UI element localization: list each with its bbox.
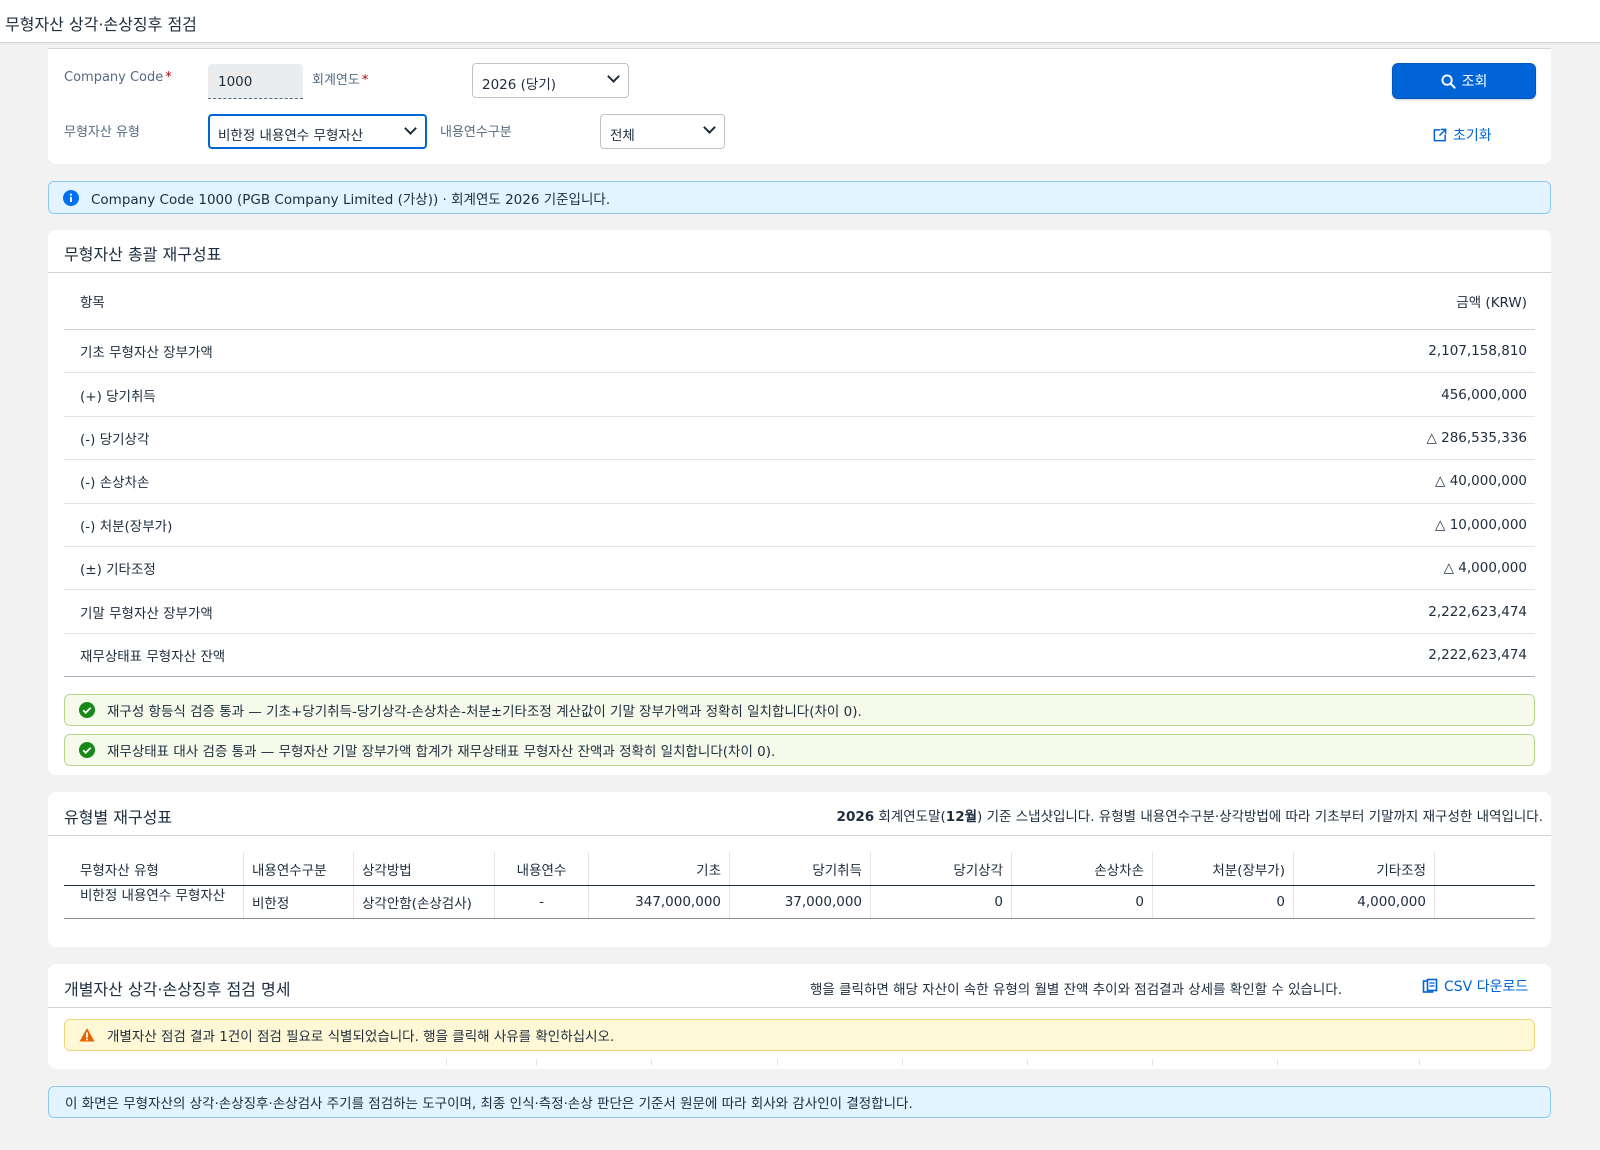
table-row[interactable]: 비한정 내용연수 무형자산 비한정 상각안함(손상검사) -347,000,000 37… bbox=[64, 886, 1535, 919]
check-circle-icon bbox=[79, 702, 95, 718]
table-row: (-) 당기상각 △ 286,535,336 bbox=[64, 417, 1535, 461]
table-row: (-) 손상차손 △ 40,000,000 bbox=[64, 460, 1535, 504]
column-header: 당기취득 bbox=[730, 852, 871, 885]
row-amount: 2,107,158,810 bbox=[1428, 343, 1527, 360]
success-message-reconciliation: 재구성 항등식 검증 통과 — 기초+당기취득-당기상각-손상차손-처분±기타조… bbox=[64, 694, 1535, 726]
divider bbox=[48, 1007, 1551, 1008]
row-amount: △ 40,000,000 bbox=[1435, 473, 1527, 490]
snapshot-note: 2026 회계연도말(12월) 기준 스냅샷입니다. 유형별 내용연수구분·상각… bbox=[836, 809, 1543, 825]
column-header: 기타조정 bbox=[1294, 852, 1435, 885]
divider bbox=[48, 835, 1551, 836]
row-item: 재무상태표 무형자산 잔액 bbox=[80, 648, 226, 665]
check-circle-icon bbox=[79, 742, 95, 758]
type-table-title: 유형별 재구성표 bbox=[64, 808, 173, 827]
column-header: 내용연수구분 bbox=[244, 852, 354, 885]
asset-type-select[interactable]: 비한정 내용연수 무형자산 bbox=[208, 114, 427, 149]
info-message-text: Company Code 1000 (PGB Company Limited (… bbox=[91, 191, 611, 208]
table-cell: 비한정 내용연수 무형자산 bbox=[64, 886, 244, 918]
table-cell: 0 bbox=[1012, 886, 1153, 918]
table-header-row: 무형자산 유형 내용연수구분 상각방법 내용연수 기초 당기취득 당기상각 손상차손 처분(장부… bbox=[64, 852, 1535, 886]
fiscal-year-label: 회계연도 * bbox=[312, 73, 369, 88]
reset-icon bbox=[1433, 128, 1447, 141]
warning-icon bbox=[79, 1028, 95, 1042]
table-cell: 347,000,000 bbox=[589, 886, 730, 918]
column-header: 기초 bbox=[589, 852, 730, 885]
type-table-panel: 유형별 재구성표 2026 회계연도말(12월) 기준 스냅샷입니다. 유형별 … bbox=[48, 792, 1551, 947]
chevron-down-icon bbox=[607, 70, 620, 83]
success-message-balance: 재무상태표 대사 검증 통과 — 무형자산 기말 장부가액 합계가 재무상태표 … bbox=[64, 734, 1535, 766]
table-row: 재무상태표 무형자산 잔액 2,222,623,474 bbox=[64, 634, 1535, 678]
table-cell: - bbox=[495, 886, 589, 918]
table-cell: 4,000,000 bbox=[1294, 886, 1435, 918]
table-cell: 상각안함(손상검사) bbox=[354, 886, 495, 918]
row-item: (-) 손상차손 bbox=[80, 475, 150, 492]
page-title: 무형자산 상각·손상징후 점검 bbox=[5, 15, 197, 34]
company-code-field[interactable]: 1000 bbox=[208, 64, 303, 99]
table-row: 기초 무형자산 장부가액 2,107,158,810 bbox=[64, 330, 1535, 374]
info-icon bbox=[63, 189, 79, 206]
row-amount: △ 10,000,000 bbox=[1435, 516, 1527, 533]
asset-type-value: 비한정 내용연수 무형자산 bbox=[218, 128, 364, 144]
table-cell: 비한정 bbox=[244, 886, 354, 918]
column-header: 상각방법 bbox=[354, 852, 495, 885]
table-cell: 0 bbox=[1153, 886, 1294, 918]
table-header-row: 항목 금액 (KRW) bbox=[64, 272, 1535, 330]
row-item: (±) 기타조정 bbox=[80, 562, 156, 579]
row-amount: 2,222,623,474 bbox=[1428, 646, 1527, 663]
recon-title: 무형자산 총괄 재구성표 bbox=[64, 245, 222, 264]
company-code-label: Company Code * bbox=[64, 70, 172, 85]
table-cell: 37,000,000 bbox=[730, 886, 871, 918]
detail-panel: 개별자산 상각·손상징후 점검 명세 행을 클릭하면 해당 자산이 속한 유형의… bbox=[48, 964, 1551, 1069]
table-cell: 0 bbox=[871, 886, 1012, 918]
row-item: (-) 처분(장부가) bbox=[80, 518, 173, 535]
csv-download-button[interactable]: CSV 다운로드 bbox=[1422, 976, 1528, 996]
row-amount: △ 4,000,000 bbox=[1443, 560, 1527, 577]
useful-life-select[interactable]: 전체 bbox=[600, 114, 725, 149]
detail-hint: 행을 클릭하면 해당 자산이 속한 유형의 월별 잔액 추이와 점검결과 상세를… bbox=[810, 982, 1343, 998]
chevron-down-icon bbox=[703, 121, 716, 134]
row-item: 기초 무형자산 장부가액 bbox=[80, 345, 213, 362]
table-row: (-) 처분(장부가) △ 10,000,000 bbox=[64, 504, 1535, 547]
column-header: 무형자산 유형 bbox=[64, 852, 244, 885]
column-header-item: 항목 bbox=[80, 294, 105, 311]
useful-life-label: 내용연수구분 bbox=[440, 125, 512, 140]
column-header-amount: 금액 (KRW) bbox=[1456, 294, 1527, 311]
footer-note: 이 화면은 무형자산의 상각·손상징후·손상검사 주기를 점검하는 도구이며, … bbox=[48, 1086, 1551, 1118]
recon-panel: 무형자산 총괄 재구성표 항목 금액 (KRW) 기초 무형자산 장부가액 2,1… bbox=[48, 230, 1551, 775]
app-header: 무형자산 상각·손상징후 점검 bbox=[0, 0, 1600, 43]
recon-table: 항목 금액 (KRW) 기초 무형자산 장부가액 2,107,158,810 (+)… bbox=[64, 272, 1535, 678]
column-header: 내용연수 bbox=[495, 852, 589, 885]
row-amount: 456,000,000 bbox=[1441, 386, 1527, 403]
fiscal-year-value: 2026 (당기) bbox=[482, 77, 557, 93]
search-button[interactable]: 조회 bbox=[1392, 63, 1536, 99]
table-row: (±) 기타조정 △ 4,000,000 bbox=[64, 547, 1535, 591]
table-row: 기말 무형자산 장부가액 2,222,623,474 bbox=[64, 590, 1535, 634]
detail-table-stub bbox=[64, 1059, 1535, 1066]
useful-life-value: 전체 bbox=[610, 128, 635, 144]
info-message-strip: Company Code 1000 (PGB Company Limited (… bbox=[48, 181, 1551, 214]
table-row: (+) 당기취득 456,000,000 bbox=[64, 373, 1535, 417]
type-table: 무형자산 유형 내용연수구분 상각방법 내용연수 기초 당기취득 당기상각 손상차손 처분(장부… bbox=[64, 852, 1535, 919]
filter-bar: Company Code * 1000 회계연도 * 2026 (당기) 무형자산 … bbox=[48, 48, 1551, 164]
reset-button[interactable]: 초기화 bbox=[1432, 121, 1522, 149]
chevron-down-icon bbox=[404, 122, 417, 135]
fiscal-year-select[interactable]: 2026 (당기) bbox=[472, 63, 629, 98]
row-item: (-) 당기상각 bbox=[80, 431, 150, 448]
search-icon bbox=[1441, 73, 1456, 89]
row-item: 기말 무형자산 장부가액 bbox=[80, 605, 213, 622]
warning-message-strip: 개별자산 점검 결과 1건이 점검 필요로 식별되었습니다. 행을 클릭해 사유… bbox=[64, 1019, 1535, 1051]
row-amount: △ 286,535,336 bbox=[1426, 429, 1527, 446]
column-header: 손상차손 bbox=[1012, 852, 1153, 885]
column-header: 당기상각 bbox=[871, 852, 1012, 885]
detail-title: 개별자산 상각·손상징후 점검 명세 bbox=[64, 980, 291, 999]
row-amount: 2,222,623,474 bbox=[1428, 603, 1527, 620]
excel-icon bbox=[1422, 978, 1438, 993]
row-item: (+) 당기취득 bbox=[80, 388, 156, 405]
column-header: 처분(장부가) bbox=[1153, 852, 1294, 885]
asset-type-label: 무형자산 유형 bbox=[64, 125, 140, 140]
